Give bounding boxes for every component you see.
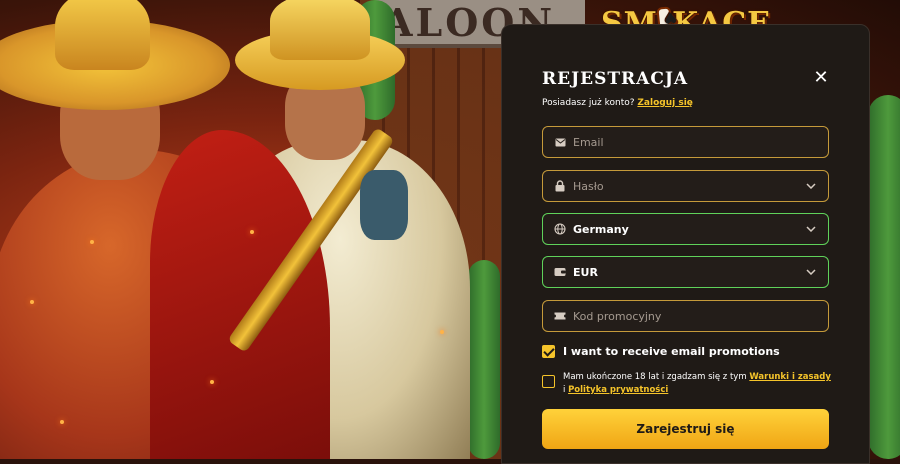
chevron-down-icon[interactable]	[804, 179, 818, 193]
ember	[90, 240, 94, 244]
currency-select[interactable]: EUR	[542, 256, 829, 288]
terms-connector: i	[563, 385, 566, 395]
lock-icon	[553, 179, 567, 193]
currency-value: EUR	[573, 265, 598, 279]
email-promotions-option[interactable]: I want to receive email promotions	[542, 345, 780, 358]
email-field[interactable]	[542, 126, 829, 158]
modal-title: REJESTRACJA	[542, 69, 689, 89]
country-value: Germany	[573, 222, 629, 236]
cactus	[468, 260, 500, 459]
email-promotions-label: I want to receive email promotions	[563, 345, 780, 358]
login-prompt: Posiadasz już konto? Zaloguj się	[542, 98, 693, 108]
ember	[440, 330, 444, 334]
terms-link[interactable]: Warunki i zasady	[749, 372, 831, 382]
ember	[250, 230, 254, 234]
register-button[interactable]: Zarejestruj się	[542, 409, 829, 449]
login-link[interactable]: Zaloguj się	[637, 98, 692, 108]
country-select[interactable]: Germany	[542, 213, 829, 245]
ember	[30, 300, 34, 304]
ticket-icon	[553, 309, 567, 323]
terms-text-before: Mam ukończone 18 lat i zgadzam się z tym	[563, 372, 747, 382]
chevron-down-icon[interactable]	[804, 265, 818, 279]
password-input[interactable]	[573, 179, 804, 193]
promo-code-input[interactable]	[573, 309, 818, 323]
terms-text: Mam ukończone 18 lat i zgadzam się z tym…	[563, 371, 833, 397]
registration-modal: REJESTRACJA ✕ Posiadasz już konto? Zalog…	[501, 24, 870, 464]
login-prompt-text: Posiadasz już konto?	[542, 98, 635, 108]
password-field[interactable]	[542, 170, 829, 202]
privacy-policy-link[interactable]: Polityka prywatności	[568, 385, 668, 395]
ember	[60, 420, 64, 424]
ember	[210, 380, 214, 384]
cowboy-hat-crown	[270, 0, 370, 60]
email-input[interactable]	[573, 135, 818, 149]
glove	[360, 170, 408, 240]
mail-icon	[553, 135, 567, 149]
wallet-icon	[553, 265, 567, 279]
terms-option[interactable]: Mam ukończone 18 lat i zgadzam się z tym…	[542, 371, 833, 397]
chevron-down-icon[interactable]	[804, 222, 818, 236]
close-icon[interactable]: ✕	[812, 69, 830, 87]
cactus	[868, 95, 900, 459]
promo-code-field[interactable]	[542, 300, 829, 332]
terms-checkbox[interactable]	[542, 375, 555, 388]
sombrero-crown	[55, 0, 150, 70]
email-promotions-checkbox[interactable]	[542, 345, 555, 358]
globe-icon	[553, 222, 567, 236]
